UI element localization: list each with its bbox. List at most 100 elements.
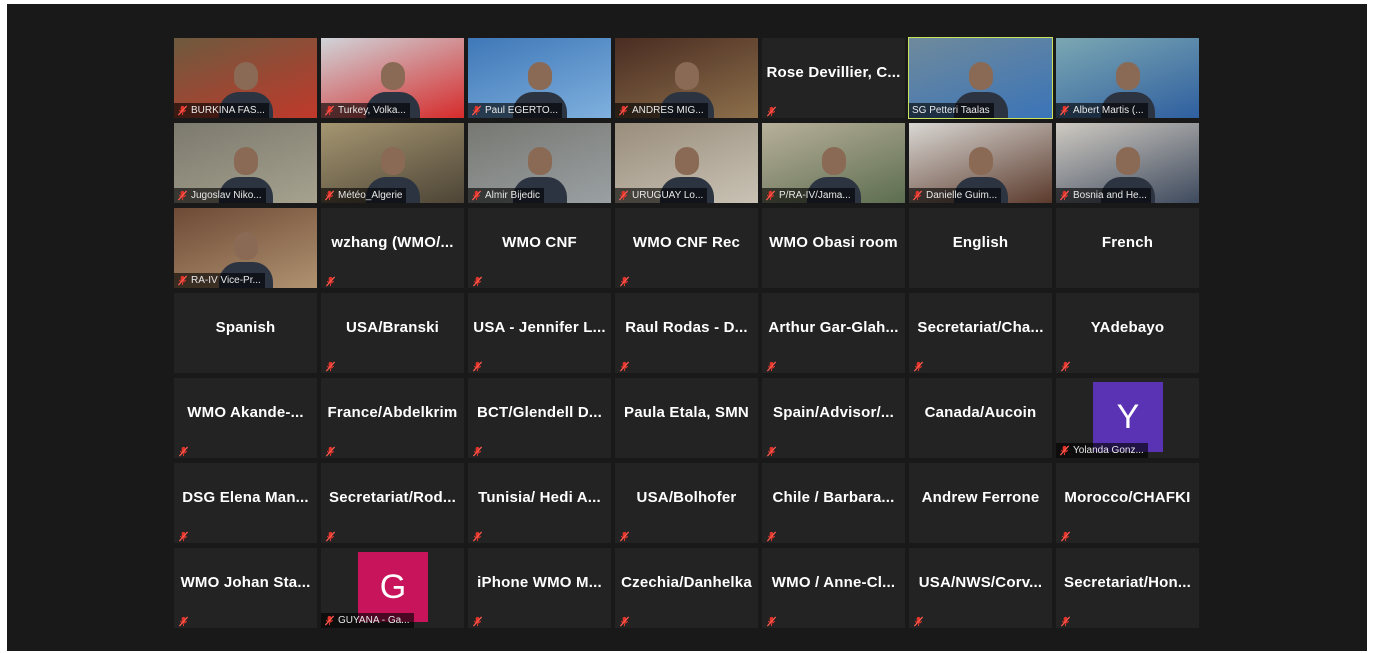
participant-name-label: Bosnia and He... bbox=[1056, 188, 1151, 203]
participant-tile[interactable]: Tunisia/ Hedi A... bbox=[468, 463, 611, 543]
participant-tile[interactable]: iPhone WMO M... bbox=[468, 548, 611, 628]
participant-tile[interactable]: WMO / Anne-Cl... bbox=[762, 548, 905, 628]
participant-name-text: BURKINA FAS... bbox=[191, 105, 265, 116]
participant-tile[interactable]: P/RA-IV/Jama... bbox=[762, 123, 905, 203]
muted-microphone-icon bbox=[325, 359, 336, 372]
participant-display-name: French bbox=[1101, 234, 1154, 251]
participant-tile[interactable]: Raul Rodas - D... bbox=[615, 293, 758, 373]
muted-microphone-icon bbox=[472, 529, 483, 542]
participant-tile[interactable]: USA/Bolhofer bbox=[615, 463, 758, 543]
participant-display-name: WMO Obasi room bbox=[769, 234, 898, 251]
participant-name-label: Yolanda Gonz... bbox=[1056, 443, 1148, 458]
participant-display-name: Morocco/CHAFKI bbox=[1064, 489, 1191, 506]
participant-tile[interactable]: Jugoslav Niko... bbox=[174, 123, 317, 203]
muted-microphone-icon bbox=[1059, 190, 1070, 201]
participant-tile[interactable]: BURKINA FAS... bbox=[174, 38, 317, 118]
participant-name-text: P/RA-IV/Jama... bbox=[779, 190, 851, 201]
participant-display-name: Paula Etala, SMN bbox=[624, 404, 749, 421]
participant-tile[interactable]: Spain/Advisor/... bbox=[762, 378, 905, 458]
participant-display-name: Czechia/Danhelka bbox=[621, 574, 752, 591]
muted-microphone-icon bbox=[178, 444, 189, 457]
muted-microphone-icon bbox=[766, 104, 777, 117]
muted-microphone-icon bbox=[765, 190, 776, 201]
participant-tile[interactable]: Spanish bbox=[174, 293, 317, 373]
participant-name-text: ANDRES MIG... bbox=[632, 105, 704, 116]
participant-tile[interactable]: Canada/Aucoin bbox=[909, 378, 1052, 458]
participant-tile[interactable]: USA - Jennifer L... bbox=[468, 293, 611, 373]
muted-microphone-icon bbox=[178, 614, 189, 627]
participant-display-name: Spanish bbox=[215, 319, 276, 336]
participant-tile[interactable]: Andrew Ferrone bbox=[909, 463, 1052, 543]
participant-tile[interactable]: Bosnia and He... bbox=[1056, 123, 1199, 203]
participant-tile[interactable]: WMO Akande-... bbox=[174, 378, 317, 458]
participant-name-text: RA-IV Vice-Pr... bbox=[191, 275, 261, 286]
participant-tile[interactable]: Albert Martis (... bbox=[1056, 38, 1199, 118]
participant-tile[interactable]: Paul EGERTO... bbox=[468, 38, 611, 118]
participant-name-label: Jugoslav Niko... bbox=[174, 188, 266, 203]
participant-tile[interactable]: Météo_Algerie bbox=[321, 123, 464, 203]
participant-display-name: Tunisia/ Hedi A... bbox=[478, 489, 601, 506]
participant-display-name: DSG Elena Man... bbox=[182, 489, 309, 506]
participant-tile[interactable]: Czechia/Danhelka bbox=[615, 548, 758, 628]
participant-tile[interactable]: URUGUAY Lo... bbox=[615, 123, 758, 203]
participant-display-name: Spain/Advisor/... bbox=[773, 404, 894, 421]
participant-tile[interactable]: DSG Elena Man... bbox=[174, 463, 317, 543]
participant-name-label: P/RA-IV/Jama... bbox=[762, 188, 855, 203]
muted-microphone-icon bbox=[1059, 445, 1070, 456]
participant-tile[interactable]: Y Yolanda Gonz... bbox=[1056, 378, 1199, 458]
participant-name-label: URUGUAY Lo... bbox=[615, 188, 708, 203]
participant-display-name: Secretariat/Hon... bbox=[1064, 574, 1191, 591]
participant-name-text: GUYANA - Ga... bbox=[338, 615, 410, 626]
zoom-meeting-window: BURKINA FAS... Turkey, Volka... Paul EGERT… bbox=[7, 4, 1367, 651]
participant-tile[interactable]: YAdebayo bbox=[1056, 293, 1199, 373]
participant-tile[interactable]: Morocco/CHAFKI bbox=[1056, 463, 1199, 543]
participant-tile[interactable]: WMO CNF Rec bbox=[615, 208, 758, 288]
participant-avatar: Y bbox=[1093, 382, 1163, 452]
participant-name-label: Almir Bijedic bbox=[468, 188, 545, 203]
participant-display-name: WMO Akande-... bbox=[187, 404, 304, 421]
participant-tile[interactable]: Secretariat/Cha... bbox=[909, 293, 1052, 373]
participant-display-name: Canada/Aucoin bbox=[924, 404, 1037, 421]
participant-tile[interactable]: WMO Johan Sta... bbox=[174, 548, 317, 628]
muted-microphone-icon bbox=[178, 529, 189, 542]
participant-tile[interactable]: Rose Devillier, C... bbox=[762, 38, 905, 118]
participant-tile[interactable]: Arthur Gar-Glah... bbox=[762, 293, 905, 373]
participant-tile[interactable]: Paula Etala, SMN bbox=[615, 378, 758, 458]
muted-microphone-icon bbox=[472, 444, 483, 457]
muted-microphone-icon bbox=[1060, 614, 1071, 627]
muted-microphone-icon bbox=[619, 529, 630, 542]
participant-tile[interactable]: France/Abdelkrim bbox=[321, 378, 464, 458]
participant-avatar: G bbox=[358, 552, 428, 622]
participant-tile[interactable]: USA/NWS/Corv... bbox=[909, 548, 1052, 628]
participant-tile[interactable]: WMO CNF bbox=[468, 208, 611, 288]
participant-tile[interactable]: WMO Obasi room bbox=[762, 208, 905, 288]
participant-tile[interactable]: Almir Bijedic bbox=[468, 123, 611, 203]
participant-tile[interactable]: Secretariat/Rod... bbox=[321, 463, 464, 543]
participant-tile[interactable]: French bbox=[1056, 208, 1199, 288]
muted-microphone-icon bbox=[619, 274, 630, 287]
participant-tile[interactable]: Danielle Guim... bbox=[909, 123, 1052, 203]
participant-display-name: WMO CNF bbox=[502, 234, 577, 251]
participant-tile[interactable]: wzhang (WMO/... bbox=[321, 208, 464, 288]
participant-name-label: Paul EGERTO... bbox=[468, 103, 562, 118]
participant-tile[interactable]: ANDRES MIG... bbox=[615, 38, 758, 118]
participant-name-text: Albert Martis (... bbox=[1073, 105, 1144, 116]
participant-tile[interactable]: Secretariat/Hon... bbox=[1056, 548, 1199, 628]
participant-tile[interactable]: G GUYANA - Ga... bbox=[321, 548, 464, 628]
participant-tile[interactable]: English bbox=[909, 208, 1052, 288]
participant-display-name: Secretariat/Cha... bbox=[917, 319, 1044, 336]
participant-tile[interactable]: Turkey, Volka... bbox=[321, 38, 464, 118]
participant-display-name: USA/NWS/Corv... bbox=[918, 574, 1043, 591]
muted-microphone-icon bbox=[325, 444, 336, 457]
muted-microphone-icon bbox=[618, 105, 629, 116]
participant-tile[interactable]: BCT/Glendell D... bbox=[468, 378, 611, 458]
participant-tile[interactable]: USA/Branski bbox=[321, 293, 464, 373]
participant-tile[interactable]: Chile / Barbara... bbox=[762, 463, 905, 543]
participant-display-name: Andrew Ferrone bbox=[921, 489, 1040, 506]
muted-microphone-icon bbox=[913, 614, 924, 627]
participant-name-label: Danielle Guim... bbox=[909, 188, 1002, 203]
participant-tile[interactable]: SG Petteri Taalas bbox=[908, 37, 1053, 119]
participant-name-text: Paul EGERTO... bbox=[485, 105, 558, 116]
participant-tile[interactable]: RA-IV Vice-Pr... bbox=[174, 208, 317, 288]
muted-microphone-icon bbox=[324, 615, 335, 626]
